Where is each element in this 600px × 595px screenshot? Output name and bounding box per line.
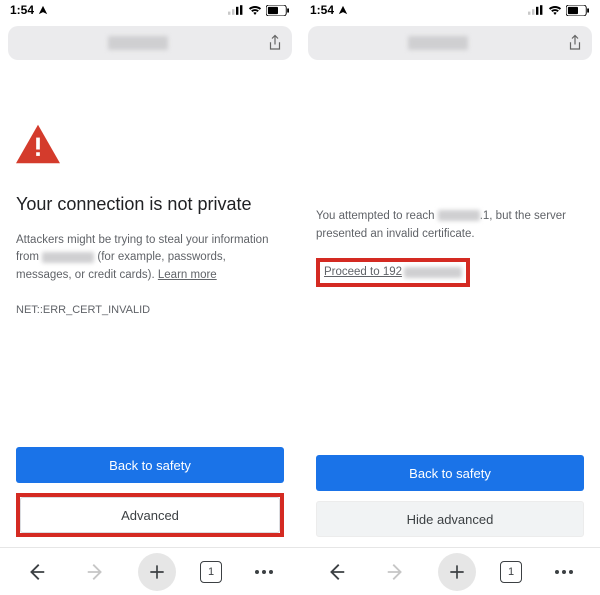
dots-icon [555,570,573,574]
bottom-nav: 1 [300,547,600,595]
warning-description: Attackers might be trying to steal your … [16,232,284,284]
location-icon [338,5,348,15]
nav-forward-button [78,554,114,590]
arrow-left-icon [325,561,347,583]
button-row: Back to safety Advanced [0,447,300,547]
warning-title: Your connection is not private [16,191,284,218]
location-icon [38,5,48,15]
error-code: NET::ERR_CERT_INVALID [16,302,284,319]
proceed-link[interactable]: Proceed to 192 [324,264,402,282]
nav-back-button[interactable] [318,554,354,590]
menu-button[interactable] [546,554,582,590]
nav-forward-button [378,554,414,590]
button-row: Back to safety Hide advanced [300,455,600,547]
plus-icon [147,562,167,582]
learn-more-link[interactable]: Learn more [158,269,217,281]
hide-advanced-button[interactable]: Hide advanced [316,501,584,537]
url-redacted [108,36,168,50]
status-time: 1:54 [310,3,334,17]
share-icon[interactable] [266,34,284,52]
address-bar[interactable] [308,26,592,60]
highlight-proceed: Proceed to 192 [316,258,470,288]
status-bar: 1:54 [0,0,300,20]
arrow-left-icon [25,561,47,583]
back-to-safety-button[interactable]: Back to safety [16,447,284,483]
dots-icon [255,570,273,574]
address-bar[interactable] [8,26,292,60]
phone-left: 1:54 Your connection is not private Atta… [0,0,300,595]
warning-icon [16,124,60,164]
hostname-redacted [42,252,94,263]
arrow-right-icon [385,561,407,583]
wifi-icon [548,5,562,15]
battery-icon [566,5,590,16]
tabs-button[interactable]: 1 [500,561,522,583]
signal-icon [528,5,544,15]
status-bar: 1:54 [300,0,600,20]
ip-redacted [404,267,462,278]
warning-content: Your connection is not private Attackers… [0,66,300,447]
highlight-advanced: Advanced [16,493,284,537]
menu-button[interactable] [246,554,282,590]
new-tab-button[interactable] [438,553,476,591]
advanced-button[interactable]: Advanced [20,497,280,533]
back-to-safety-button[interactable]: Back to safety [316,455,584,491]
hostname-redacted [438,210,480,221]
advanced-description: You attempted to reach .1, but the serve… [316,208,584,244]
phone-right: 1:54 You attempted to reach .1, but the … [300,0,600,595]
new-tab-button[interactable] [138,553,176,591]
nav-back-button[interactable] [18,554,54,590]
share-icon[interactable] [566,34,584,52]
bottom-nav: 1 [0,547,300,595]
advanced-content: You attempted to reach .1, but the serve… [300,66,600,455]
battery-icon [266,5,290,16]
tabs-button[interactable]: 1 [200,561,222,583]
status-right [228,5,290,16]
status-right [528,5,590,16]
signal-icon [228,5,244,15]
plus-icon [447,562,467,582]
status-time: 1:54 [10,3,34,17]
wifi-icon [248,5,262,15]
url-redacted [408,36,468,50]
arrow-right-icon [85,561,107,583]
